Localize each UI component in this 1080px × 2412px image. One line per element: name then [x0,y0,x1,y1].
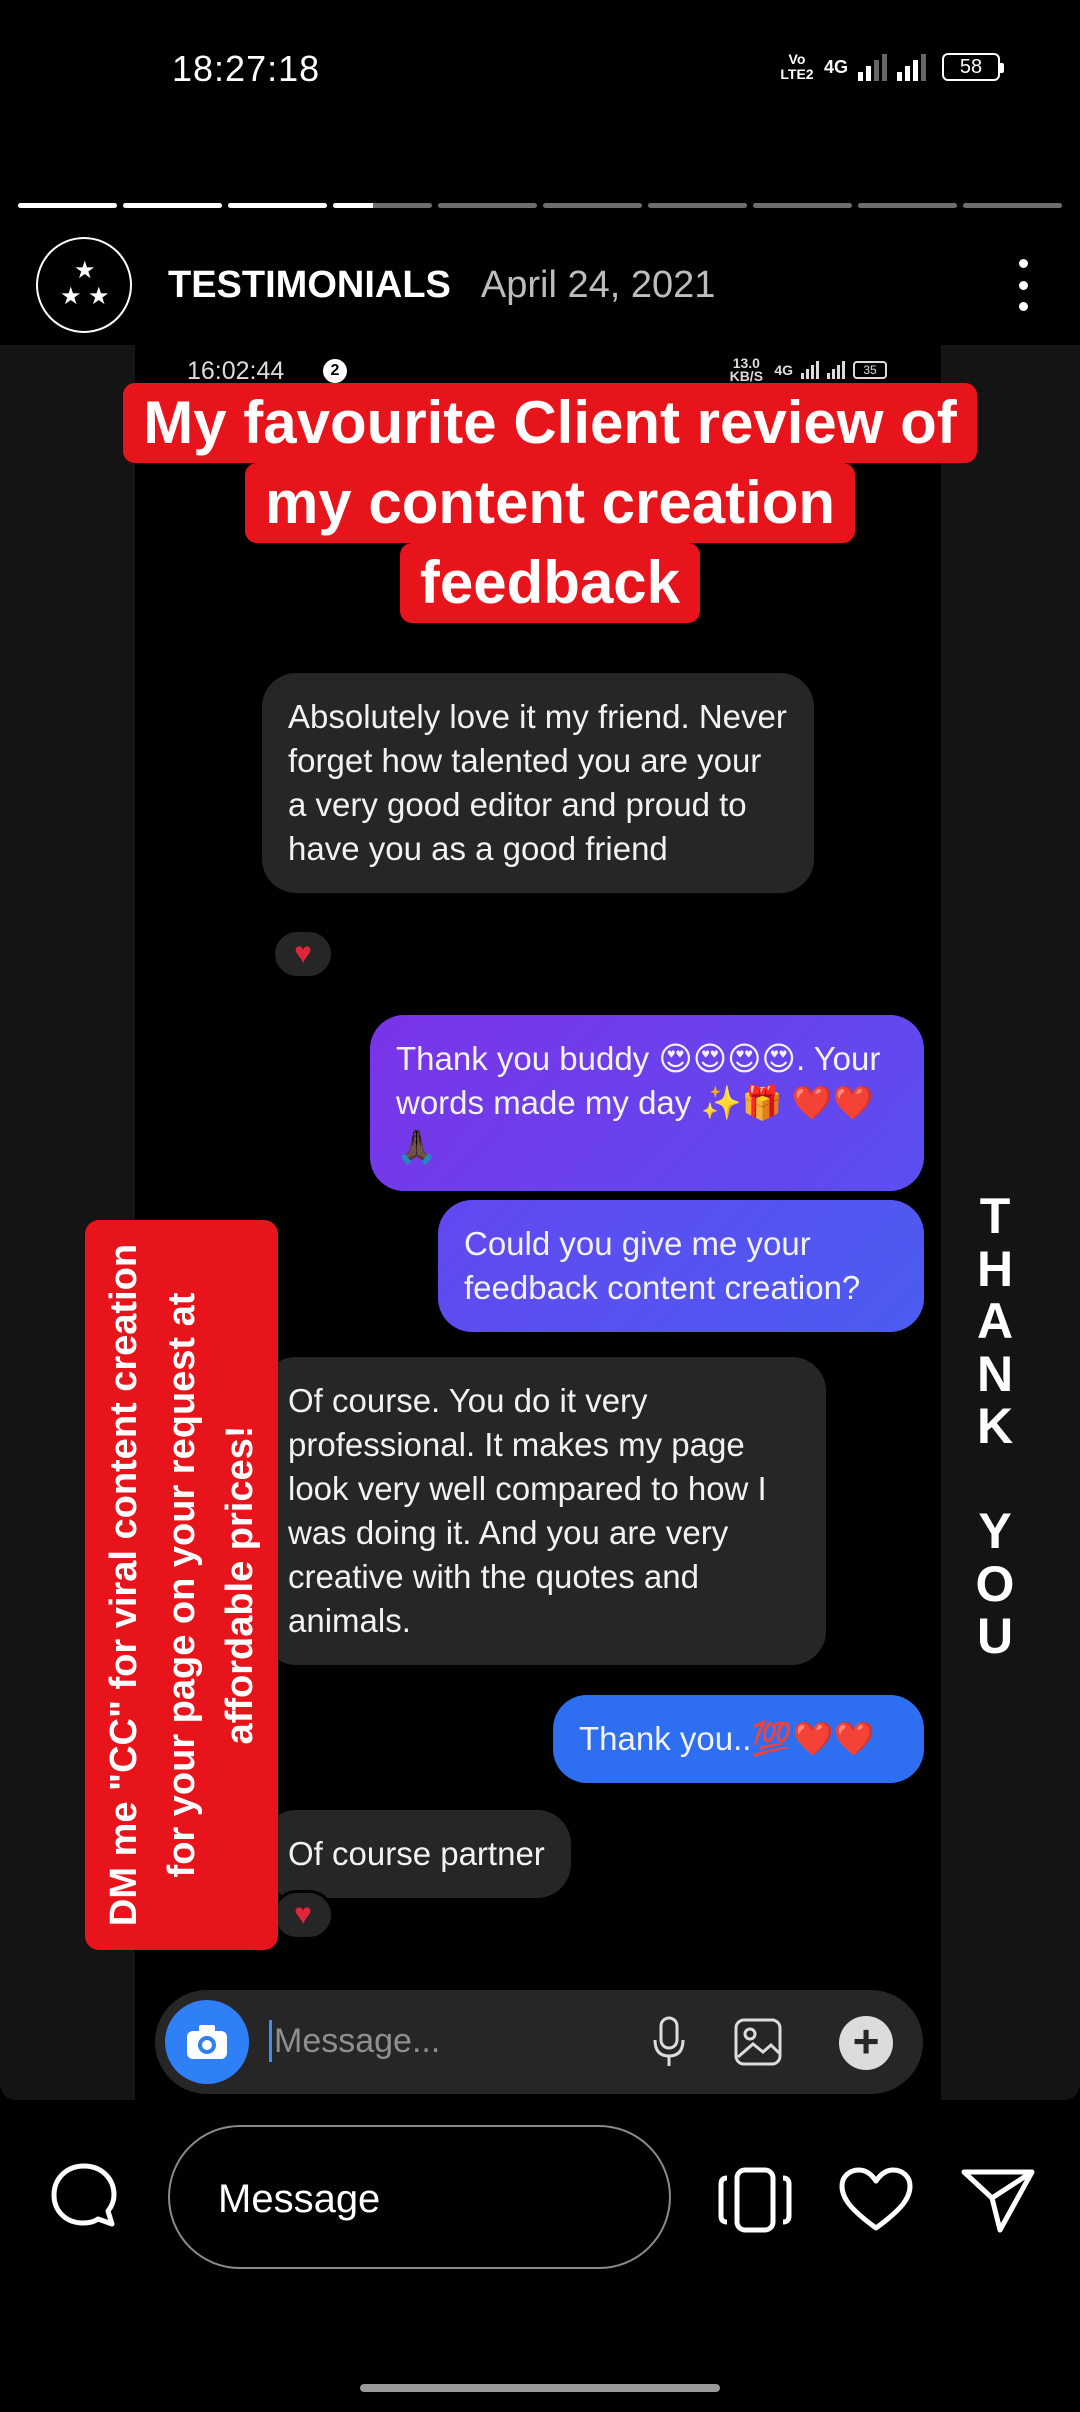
chat-message-input[interactable]: Message... [269,2020,440,2062]
signal-icon-2 [897,53,926,81]
promo-banner-text: DM me "CC" for viral content creation fo… [102,1243,261,1927]
inner-time: 16:02:44 [187,357,285,385]
thank-you-letter: N [976,1345,1014,1402]
thank-you-letter: K [976,1398,1014,1454]
microphone-icon[interactable] [641,2014,697,2070]
battery-level: 58 [959,55,983,78]
thank-you-letter: U [976,1608,1014,1664]
star-icon: ★ [74,257,96,284]
story-progress-segment [333,203,432,208]
gallery-icon[interactable] [730,2014,786,2070]
promo-banner: DM me "CC" for viral content creation fo… [85,1220,278,1950]
chat-compose-bar: Message... + [155,1990,923,2094]
story-progress-segment [753,203,852,208]
story-content: 16:02:44 2 13.0 KB/S 4G 35 My favourite … [0,345,1080,2100]
status-bar: 18:27:18 Vo LTE2 4G 58 [0,0,1080,140]
volte-indicator: Vo LTE2 [780,51,814,82]
status-icons: Vo LTE2 4G 58 [780,51,1004,82]
story-date: April 24, 2021 [480,263,716,306]
message-bubble-incoming[interactable]: Absolutely love it my friend. Never forg… [262,673,814,893]
more-vertical-icon[interactable] [1008,259,1038,311]
story-progress [18,203,1062,208]
story-progress-fill [333,203,373,208]
story-header: ★ ★ ★ TESTIMONIALS April 24, 2021 [36,237,1046,333]
signal-icon-2 [827,361,845,379]
title-line-3: feedback [390,543,710,623]
inner-status-icons: 13.0 KB/S 4G 35 [726,355,887,384]
thank-you-letter: H [976,1240,1014,1297]
star-icon: ★ [60,283,82,310]
story-progress-fill [123,203,222,208]
status-time: 18:27:18 [172,48,321,89]
camera-icon[interactable] [165,2000,249,2084]
network-speed: 13.0 KB/S [729,355,764,384]
message-bubble-outgoing[interactable]: Could you give me your feedback content … [438,1200,924,1332]
thank-you-letter: T [979,1188,1011,1244]
thank-you-letter: A [976,1293,1014,1349]
avatar[interactable]: ★ ★ ★ [36,237,132,333]
story-reply-placeholder: Message [218,2177,381,2221]
thank-you-letter [965,1453,1025,1506]
story-progress-segment [123,203,222,208]
story-reply-input[interactable]: Message [168,2125,671,2269]
title-line-2: my content creation [220,463,880,543]
thank-you-letter: Y [978,1503,1012,1559]
story-progress-fill [228,203,327,208]
cards-icon[interactable] [715,2164,795,2236]
story-progress-segment [648,203,747,208]
message-bubble-outgoing[interactable]: Thank you buddy 😍😍😍😍. Your words made my… [370,1015,924,1191]
story-progress-segment [858,203,957,208]
battery-icon: 58 [942,53,1004,81]
signal-icon [801,361,819,379]
message-bubble-outgoing[interactable]: Thank you..💯❤️❤️ [553,1695,924,1783]
heart-reaction-icon: ♥ [272,1890,334,1940]
story-progress-segment [963,203,1062,208]
notification-badge: 2 [323,359,347,383]
story-progress-segment [438,203,537,208]
title-line-1: My favourite Client review of [83,383,1017,463]
story-progress-segment [18,203,117,208]
signal-icon [858,53,887,81]
story-progress-segment [228,203,327,208]
inner-network-type: 4G [774,362,793,378]
story-viewer: 18:27:18 Vo LTE2 4G 58 ★ ★ ★ TESTIMONIAL… [0,0,1080,2412]
star-icon: ★ [88,283,110,310]
battery-icon: 35 [853,361,887,379]
thank-you-text: THANK YOU [965,1190,1025,1663]
thank-you-letter: O [975,1555,1015,1612]
home-indicator[interactable] [360,2384,720,2392]
story-progress-segment [543,203,642,208]
heart-icon[interactable] [836,2164,916,2236]
message-bubble-incoming[interactable]: Of course partner [262,1810,571,1898]
story-username[interactable]: TESTIMONIALS [168,264,451,307]
network-type: 4G [823,56,848,77]
plus-icon[interactable]: + [839,2016,893,2070]
reply-bubble-icon[interactable] [48,2160,120,2232]
send-icon[interactable] [958,2164,1038,2236]
message-bubble-incoming[interactable]: Of course. You do it very professional. … [262,1357,826,1665]
story-progress-fill [18,203,117,208]
heart-reaction-icon: ♥ [272,929,334,979]
